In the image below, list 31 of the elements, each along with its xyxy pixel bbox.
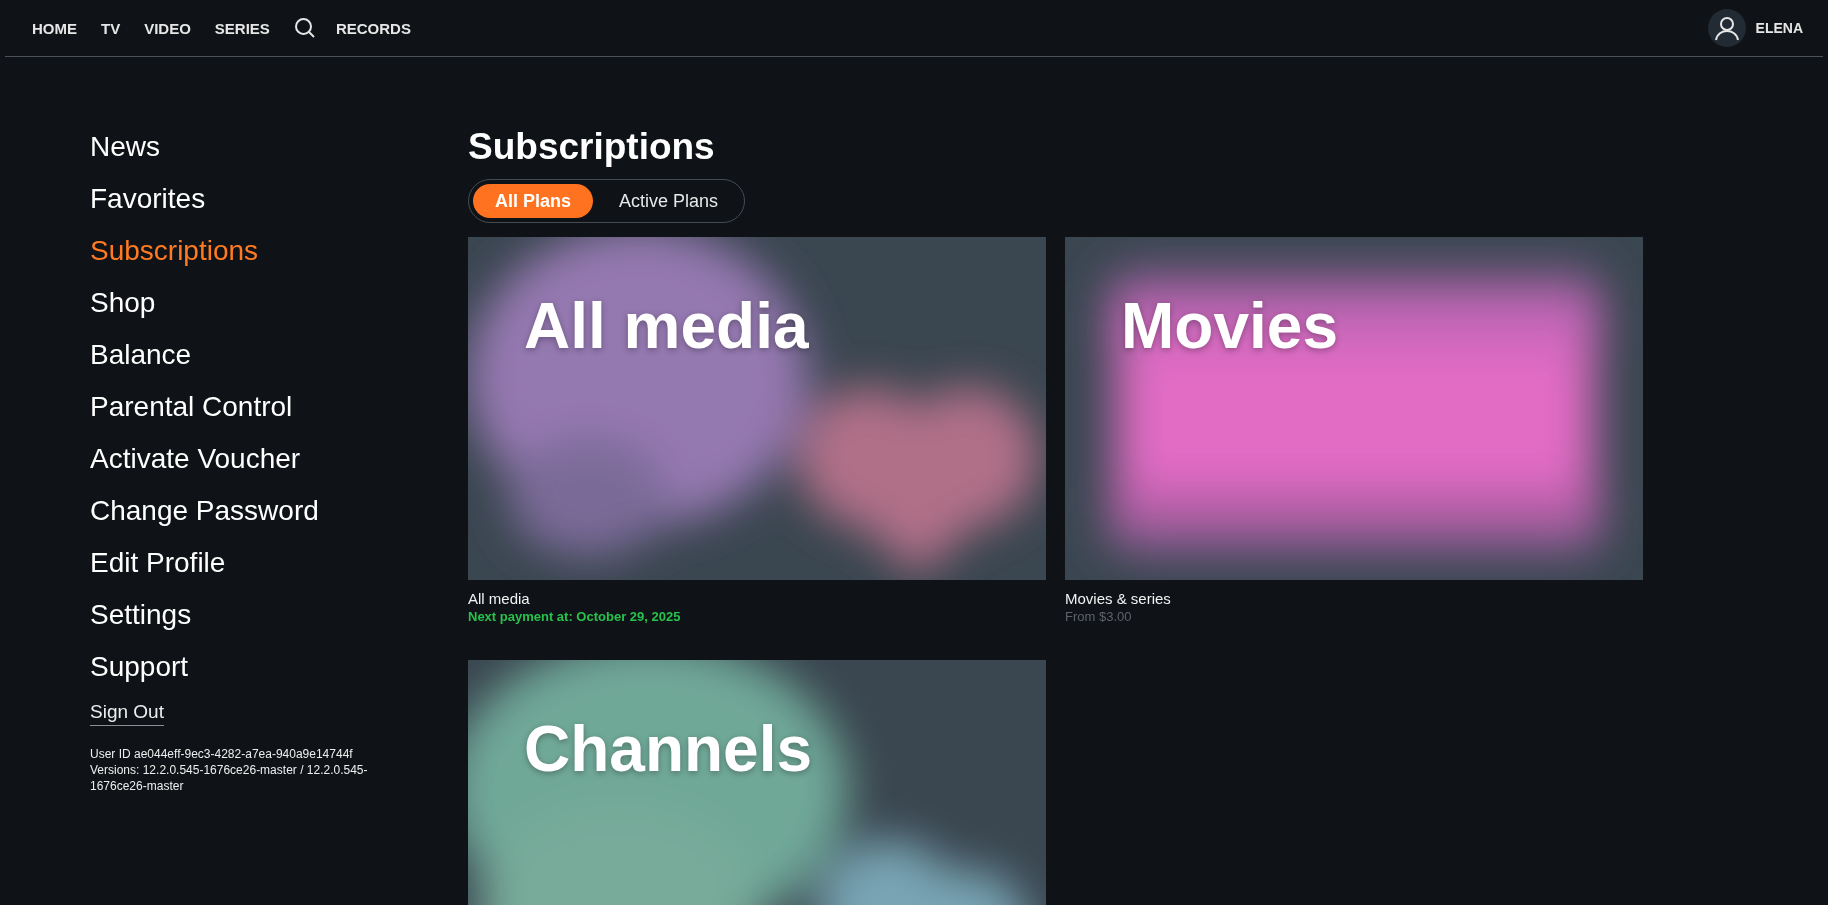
banner-title: Movies [1121, 289, 1338, 363]
sidebar-item[interactable]: Edit Profile [90, 537, 468, 589]
search-icon[interactable] [293, 17, 316, 39]
sidebar-item[interactable]: News [90, 121, 468, 173]
sidebar-item[interactable]: Balance [90, 329, 468, 381]
plan-tab[interactable]: Active Plans [597, 184, 741, 218]
banner-title: All media [524, 289, 809, 363]
sidebar-item[interactable]: Activate Voucher [90, 433, 468, 485]
sign-out-link[interactable]: Sign Out [90, 701, 164, 726]
plan-name: Movies & series [1065, 590, 1172, 607]
nav-link[interactable]: SERIES [214, 19, 270, 37]
sidebar-item[interactable]: Parental Control [90, 381, 468, 433]
plan-name: All media [468, 590, 531, 607]
user-avatar-icon[interactable] [1707, 9, 1746, 47]
sidebar-item[interactable]: Subscriptions [90, 225, 468, 277]
page-title: Subscriptions [468, 125, 716, 169]
plan-price: From $3.00 [1065, 609, 1133, 624]
user-name[interactable]: ELENA [1755, 20, 1803, 36]
next-payment: Next payment at: October 29, 2025 [468, 609, 682, 624]
versions: Versions: 12.2.0.545-1676ce26-master / 12.2.0.545-1676ce26-master [90, 762, 369, 794]
nav-link[interactable]: HOME [32, 19, 77, 37]
sidebar-item[interactable]: Settings [90, 589, 468, 641]
nav-link[interactable]: VIDEO [144, 19, 191, 37]
sidebar-item[interactable]: Favorites [90, 173, 468, 225]
nav-link[interactable]: TV [101, 19, 121, 37]
banner-title: Channels [524, 712, 813, 786]
nav-link[interactable]: RECORDS [335, 19, 411, 37]
sidebar-item[interactable]: Change Password [90, 485, 468, 537]
sidebar-item[interactable]: Support [90, 641, 468, 693]
sidebar-item[interactable]: Shop [90, 277, 468, 329]
user-id: User ID ae044eff-9ec3-4282-a7ea-940a9e14744f [90, 746, 354, 762]
